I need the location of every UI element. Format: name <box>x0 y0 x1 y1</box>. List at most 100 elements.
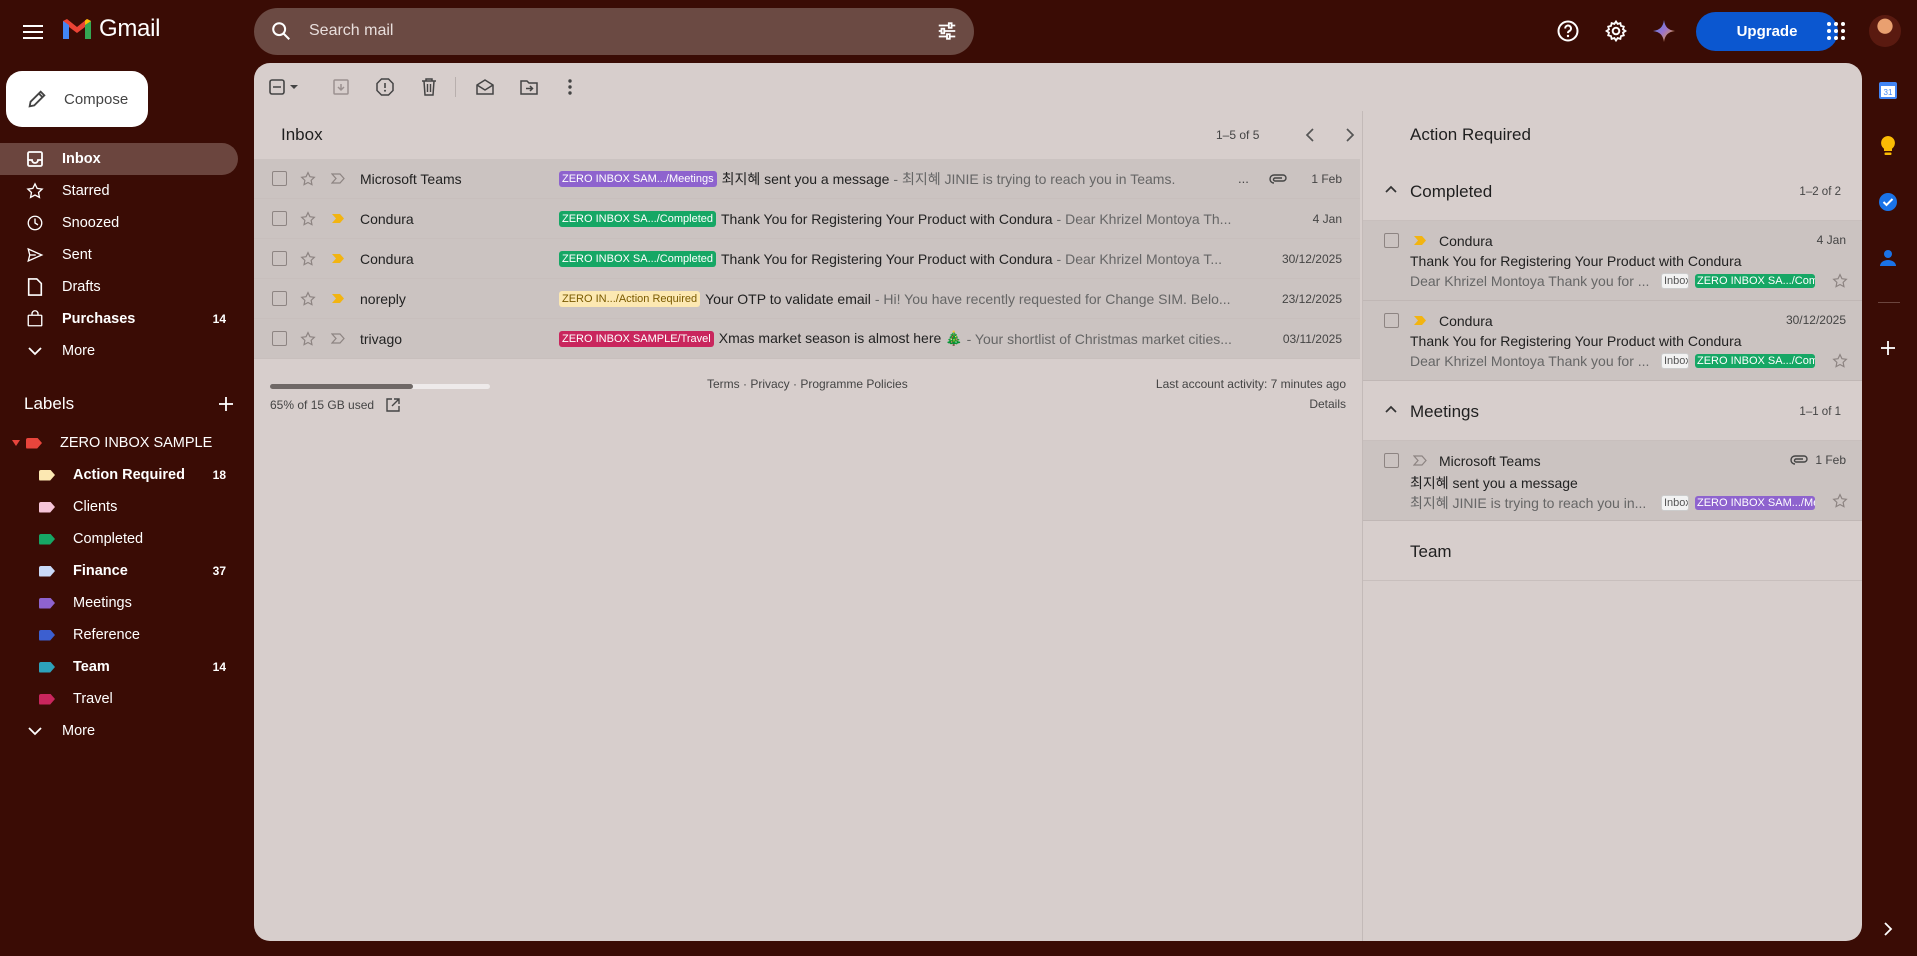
attachment-icon[interactable] <box>1268 173 1288 185</box>
importance-marker-icon[interactable] <box>331 253 345 264</box>
gmail-logo[interactable]: Gmail <box>61 15 160 43</box>
upgrade-button[interactable]: Upgrade <box>1696 12 1838 51</box>
label-action-required[interactable]: Action Required 18 <box>0 459 238 491</box>
nav-item-inbox[interactable]: Inbox <box>0 143 238 175</box>
mark-as-read-button[interactable] <box>474 76 496 98</box>
older-button[interactable] <box>1338 123 1362 147</box>
select-checkbox-dropdown[interactable] <box>268 76 304 98</box>
label-clients[interactable]: Clients <box>0 491 238 523</box>
row-checkbox[interactable] <box>272 251 287 266</box>
caret-down-icon[interactable] <box>12 439 20 447</box>
inbox-chip[interactable]: Inbox <box>1661 353 1689 369</box>
label-reference[interactable]: Reference <box>0 619 238 651</box>
account-avatar[interactable] <box>1869 15 1901 47</box>
importance-marker-icon[interactable] <box>331 293 345 304</box>
compose-button[interactable]: Compose <box>6 71 148 127</box>
star-icon[interactable] <box>300 250 316 267</box>
archive-button[interactable] <box>330 76 352 98</box>
settings-button[interactable] <box>1601 16 1631 46</box>
label-finance[interactable]: Finance 37 <box>0 555 238 587</box>
nav-item-purchases[interactable]: Purchases 14 <box>0 303 238 335</box>
star-icon[interactable] <box>300 330 316 347</box>
row-checkbox[interactable] <box>272 171 287 186</box>
card-checkbox[interactable] <box>1384 453 1399 468</box>
importance-marker-icon[interactable] <box>1413 315 1427 326</box>
preview-card[interactable]: Condura 30/12/2025 Thank You for Registe… <box>1363 301 1862 381</box>
more-actions-button[interactable] <box>559 76 581 98</box>
labels-more[interactable]: More <box>0 715 238 747</box>
section-header[interactable]: Meetings 1–1 of 1 <box>1363 381 1862 441</box>
importance-marker-icon[interactable] <box>331 333 345 344</box>
inbox-chip[interactable]: Inbox <box>1661 273 1689 289</box>
newer-button[interactable] <box>1298 123 1322 147</box>
label-meetings[interactable]: Meetings <box>0 587 238 619</box>
importance-marker-icon[interactable] <box>331 173 345 184</box>
google-apps-button[interactable] <box>1821 16 1851 46</box>
preview-card[interactable]: Microsoft Teams 1 Feb 최지혜 sent you a mes… <box>1363 441 1862 521</box>
email-row[interactable]: noreply ZERO IN.../Action Required Your … <box>254 279 1360 319</box>
tasks-app-button[interactable] <box>1876 190 1900 214</box>
nav-item-snoozed[interactable]: Snoozed <box>0 207 238 239</box>
importance-marker-icon[interactable] <box>331 213 345 224</box>
contacts-app-button[interactable] <box>1876 246 1900 270</box>
inbox-chip[interactable]: Inbox <box>1661 495 1689 511</box>
get-addons-button[interactable] <box>1876 336 1900 360</box>
email-row[interactable]: Condura ZERO INBOX SA.../Completed Thank… <box>254 239 1360 279</box>
importance-marker-icon[interactable] <box>1413 235 1427 246</box>
attachment-icon[interactable] <box>1789 454 1809 466</box>
hide-side-panel-button[interactable] <box>1876 917 1900 941</box>
label-chip[interactable]: ZERO INBOX SA.../Completed <box>1695 274 1815 288</box>
email-row[interactable]: Condura ZERO INBOX SA.../Completed Thank… <box>254 199 1360 239</box>
add-label-icon[interactable] <box>218 396 234 412</box>
section-header[interactable]: Completed 1–2 of 2 <box>1363 161 1862 221</box>
row-checkbox[interactable] <box>272 331 287 346</box>
nav-item-starred[interactable]: Starred <box>0 175 238 207</box>
delete-button[interactable] <box>418 76 440 98</box>
calendar-app-button[interactable]: 31 <box>1876 78 1900 102</box>
search-bar[interactable]: Search mail <box>254 8 974 55</box>
help-button[interactable] <box>1553 16 1583 46</box>
label-travel[interactable]: Travel <box>0 683 238 715</box>
label-chip[interactable]: ZERO INBOX SAMPLE/Travel <box>559 330 714 347</box>
keep-app-button[interactable] <box>1876 134 1900 158</box>
row-checkbox[interactable] <box>272 291 287 306</box>
report-spam-button[interactable] <box>374 76 396 98</box>
nav-item-drafts[interactable]: Drafts <box>0 271 238 303</box>
search-icon[interactable] <box>270 20 292 42</box>
chevron-up-icon[interactable] <box>1385 185 1397 193</box>
open-external-icon[interactable] <box>386 398 400 412</box>
move-to-button[interactable] <box>518 76 540 98</box>
importance-marker-icon[interactable] <box>1413 455 1427 466</box>
details-link[interactable]: Details <box>1309 397 1346 411</box>
search-options-icon[interactable] <box>936 20 958 42</box>
star-icon[interactable] <box>1832 273 1848 289</box>
label-chip[interactable]: ZERO INBOX SA.../Completed <box>559 250 716 267</box>
chevron-up-icon[interactable] <box>1385 405 1397 413</box>
label-completed[interactable]: Completed <box>0 523 238 555</box>
label-chip[interactable]: ZERO INBOX SA.../Completed <box>1695 354 1815 368</box>
email-row[interactable]: trivago ZERO INBOX SAMPLE/Travel Xmas ma… <box>254 319 1360 359</box>
star-icon[interactable] <box>1832 493 1848 509</box>
label-chip[interactable]: ZERO INBOX SAM.../Meetings <box>1695 496 1815 510</box>
star-icon[interactable] <box>300 210 316 227</box>
preview-card[interactable]: Condura 4 Jan Thank You for Registering … <box>1363 221 1862 301</box>
nav-item-sent[interactable]: Sent <box>0 239 238 271</box>
label-zero-inbox-sample[interactable]: ZERO INBOX SAMPLE <box>0 427 238 459</box>
search-input[interactable]: Search mail <box>309 22 393 40</box>
nav-item-more[interactable]: More <box>0 335 238 367</box>
label-team[interactable]: Team 14 <box>0 651 238 683</box>
label-chip[interactable]: ZERO INBOX SA.../Completed <box>559 210 716 227</box>
row-checkbox[interactable] <box>272 211 287 226</box>
gemini-button[interactable] <box>1649 16 1679 46</box>
star-icon[interactable] <box>300 290 316 307</box>
card-checkbox[interactable] <box>1384 233 1399 248</box>
label-chip[interactable]: ZERO INBOX SAM.../Meetings <box>559 170 717 187</box>
main-menu-button[interactable] <box>18 17 48 47</box>
label-chip[interactable]: ZERO IN.../Action Required <box>559 290 701 307</box>
section-header[interactable]: Team <box>1363 521 1862 581</box>
star-icon[interactable] <box>1832 353 1848 369</box>
email-row[interactable]: Microsoft Teams ZERO INBOX SAM.../Meetin… <box>254 159 1360 199</box>
star-icon[interactable] <box>300 170 316 187</box>
card-checkbox[interactable] <box>1384 313 1399 328</box>
footer-links[interactable]: Terms · Privacy · Programme Policies <box>707 377 908 391</box>
